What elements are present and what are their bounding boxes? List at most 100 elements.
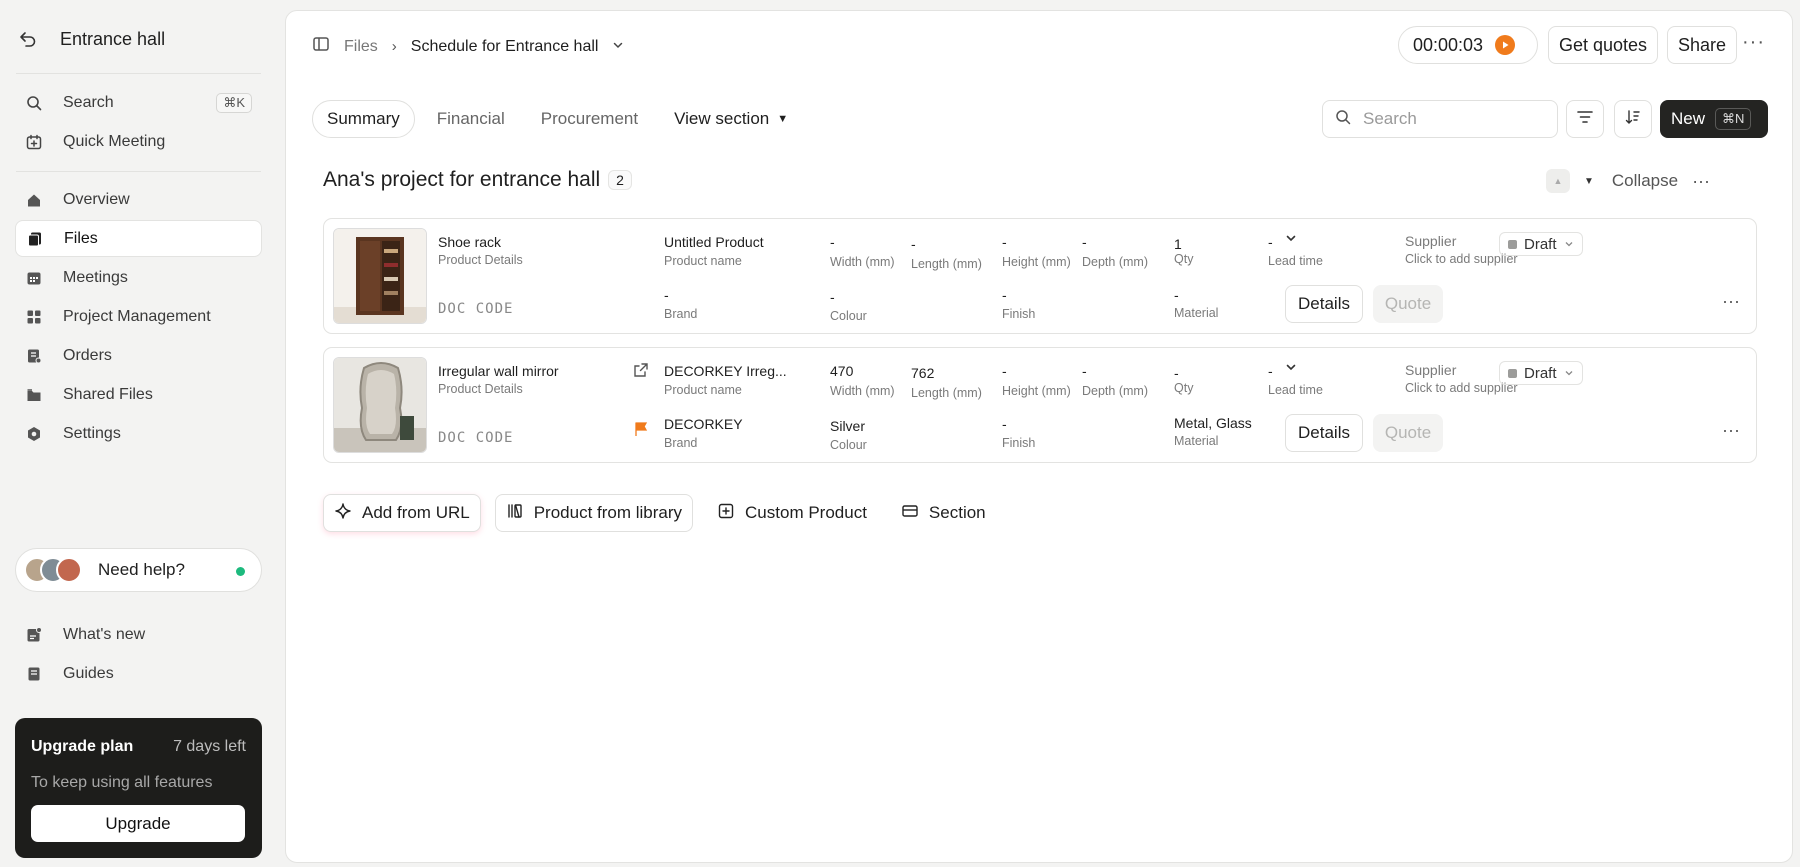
brand-value[interactable]: - [664,287,669,303]
row-more-icon[interactable]: ··· [1722,291,1740,312]
height-value[interactable]: - [1002,234,1007,250]
colour-value[interactable]: - [830,289,835,305]
details-button[interactable]: Details [1285,285,1363,323]
product-image-shoe-rack[interactable] [333,228,427,324]
qty-value[interactable]: - [1174,365,1179,381]
lead-time-value[interactable]: - [1268,234,1273,250]
quote-button[interactable]: Quote [1373,285,1443,323]
brand-value[interactable]: DECORKEY [664,416,743,432]
sort-button[interactable] [1614,100,1652,138]
section-more-icon[interactable]: ··· [1692,171,1710,192]
filter-button[interactable] [1566,100,1604,138]
depth-value[interactable]: - [1082,234,1087,250]
length-value[interactable]: 762 [911,365,934,381]
details-button[interactable]: Details [1285,414,1363,452]
sidebar-item-label: Meetings [63,268,128,286]
sidebar-item-files[interactable]: Files [15,220,262,257]
time-tracker[interactable]: 00:00:03 [1398,26,1538,64]
qty-value[interactable]: 1 [1174,236,1182,252]
sort-icon [1624,108,1642,131]
sidebar-item-shared-files[interactable]: Shared Files [15,376,262,413]
length-value[interactable]: - [911,236,916,252]
item-name[interactable]: Irregular wall mirror [438,363,559,379]
doc-code[interactable]: DOC CODE [438,430,513,446]
tab-financial[interactable]: Financial [423,100,519,138]
new-item-button[interactable]: New ⌘N [1660,100,1768,138]
product-image-wall-mirror[interactable] [333,357,427,453]
table-row[interactable]: Shoe rack Product Details DOC CODE Untit… [323,218,1757,334]
width-label: Width (mm) [830,384,895,398]
lead-time-value[interactable]: - [1268,363,1273,379]
section-title[interactable]: Ana's project for entrance hall [323,168,600,192]
timer-value: 00:00:03 [1413,34,1484,55]
material-value[interactable]: - [1174,287,1179,303]
search-input[interactable]: Search [1322,100,1558,138]
chevron-down-icon[interactable] [612,38,624,56]
plus-square-icon [717,502,735,525]
share-button[interactable]: Share [1667,26,1738,64]
table-row[interactable]: Irregular wall mirror Product Details DO… [323,347,1757,463]
sidebar-item-search[interactable]: Search ⌘K [15,84,262,121]
add-section-button[interactable]: Section [890,494,996,532]
tab-summary[interactable]: Summary [312,100,415,138]
upgrade-button[interactable]: Upgrade [31,805,245,842]
finish-value[interactable]: - [1002,287,1007,303]
move-up-icon[interactable]: ▲ [1546,169,1570,193]
breadcrumb-files[interactable]: Files [344,38,378,56]
shared-files-icon [25,386,43,404]
chevron-down-icon[interactable] [1285,360,1297,378]
play-icon[interactable] [1495,35,1516,55]
grid-icon [25,308,43,326]
need-help-button[interactable]: Need help? [15,548,262,592]
item-name[interactable]: Shoe rack [438,234,501,250]
more-options-icon[interactable]: ··· [1742,31,1765,54]
project-title: Entrance hall [60,28,166,49]
product-name-value[interactable]: DECORKEY Irreg... [664,363,787,379]
sidebar-item-meetings[interactable]: Meetings [15,259,262,296]
sidebar-item-project-management[interactable]: Project Management [15,298,262,335]
sidebar-item-label: Settings [63,424,121,442]
quote-button[interactable]: Quote [1373,414,1443,452]
sidebar-item-settings[interactable]: Settings [15,415,262,452]
back-arrow-icon[interactable] [16,27,40,51]
material-value[interactable]: Metal, Glass [1174,415,1252,431]
width-value[interactable]: 470 [830,363,853,379]
view-section-dropdown[interactable]: View section ▼ [660,100,802,138]
breadcrumb-current[interactable]: Schedule for Entrance hall [411,38,599,56]
collapse-button[interactable]: Collapse [1612,171,1678,191]
sidebar-toggle-icon[interactable] [312,35,330,58]
library-icon [506,502,524,525]
flag-icon[interactable] [633,421,649,442]
item-subtitle: Product Details [438,382,523,396]
finish-value[interactable]: - [1002,416,1007,432]
status-badge[interactable]: Draft [1499,361,1583,385]
move-down-icon[interactable]: ▼ [1584,176,1594,187]
sidebar-item-whats-new[interactable]: What's new [15,616,262,653]
section-icon [901,502,919,525]
doc-code[interactable]: DOC CODE [438,301,513,317]
project-header[interactable]: Entrance hall [16,27,165,51]
depth-value[interactable]: - [1082,363,1087,379]
width-value[interactable]: - [830,234,835,250]
tab-procurement[interactable]: Procurement [527,100,652,138]
files-icon [26,230,44,248]
product-name-value[interactable]: Untitled Product [664,234,764,250]
custom-product-button[interactable]: Custom Product [707,494,877,532]
get-quotes-button[interactable]: Get quotes [1548,26,1659,64]
sidebar-item-overview[interactable]: Overview [15,181,262,218]
chevron-down-icon[interactable] [1285,231,1297,249]
add-from-url-button[interactable]: Add from URL [323,494,481,532]
sidebar-item-guides[interactable]: Guides [15,655,262,692]
qty-label: Qty [1174,381,1194,395]
row-more-icon[interactable]: ··· [1722,420,1740,441]
status-badge[interactable]: Draft [1499,232,1583,256]
colour-value[interactable]: Silver [830,418,865,434]
height-value[interactable]: - [1002,363,1007,379]
sidebar-item-quick-meeting[interactable]: Quick Meeting [15,123,262,160]
sidebar-item-orders[interactable]: Orders [15,337,262,374]
upgrade-plan-card: Upgrade plan 7 days left To keep using a… [15,718,262,858]
product-name-label: Product name [664,254,742,268]
external-link-icon[interactable] [633,362,649,383]
product-from-library-button[interactable]: Product from library [494,494,694,532]
item-subtitle: Product Details [438,253,523,267]
